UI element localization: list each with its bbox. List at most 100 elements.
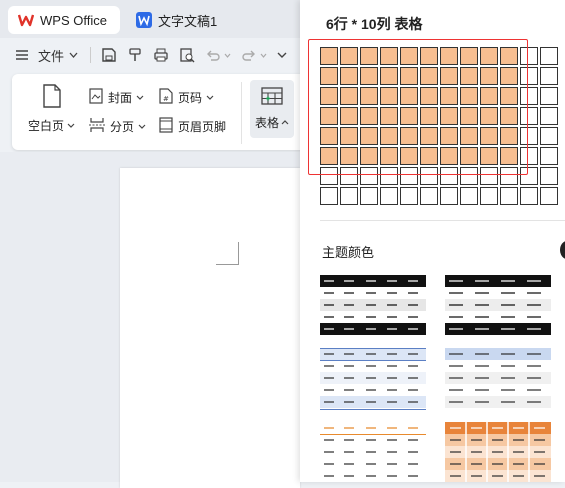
grid-cell[interactable] bbox=[420, 127, 438, 145]
grid-cell[interactable] bbox=[340, 87, 358, 105]
print-icon[interactable] bbox=[153, 47, 169, 63]
table-style-blue-light[interactable] bbox=[445, 348, 551, 415]
grid-cell[interactable] bbox=[540, 67, 558, 85]
grid-cell[interactable] bbox=[420, 87, 438, 105]
grid-cell[interactable] bbox=[340, 147, 358, 165]
grid-cell[interactable] bbox=[360, 107, 378, 125]
grid-cell[interactable] bbox=[540, 127, 558, 145]
grid-cell[interactable] bbox=[420, 147, 438, 165]
format-painter-icon[interactable] bbox=[127, 47, 143, 63]
save-icon[interactable] bbox=[101, 47, 117, 63]
grid-cell[interactable] bbox=[340, 127, 358, 145]
grid-cell[interactable] bbox=[440, 147, 458, 165]
grid-cell[interactable] bbox=[500, 107, 518, 125]
grid-cell[interactable] bbox=[520, 127, 538, 145]
tab-wps-office[interactable]: WPS Office bbox=[8, 6, 120, 34]
grid-cell[interactable] bbox=[320, 147, 338, 165]
grid-cell[interactable] bbox=[340, 107, 358, 125]
grid-cell[interactable] bbox=[440, 67, 458, 85]
grid-cell[interactable] bbox=[360, 167, 378, 185]
grid-cell[interactable] bbox=[440, 47, 458, 65]
grid-cell[interactable] bbox=[320, 107, 338, 125]
more-toggle-icon[interactable] bbox=[560, 241, 565, 259]
grid-cell[interactable] bbox=[440, 107, 458, 125]
grid-cell[interactable] bbox=[380, 187, 398, 205]
grid-cell[interactable] bbox=[360, 187, 378, 205]
grid-cell[interactable] bbox=[480, 127, 498, 145]
grid-cell[interactable] bbox=[460, 107, 478, 125]
grid-cell[interactable] bbox=[420, 47, 438, 65]
grid-cell[interactable] bbox=[540, 187, 558, 205]
grid-cell[interactable] bbox=[320, 67, 338, 85]
grid-cell[interactable] bbox=[520, 187, 538, 205]
grid-cell[interactable] bbox=[460, 167, 478, 185]
grid-cell[interactable] bbox=[480, 47, 498, 65]
redo-icon[interactable] bbox=[241, 48, 267, 62]
tab-document[interactable]: 文字文稿1 bbox=[126, 6, 296, 34]
table-style-blue-lines[interactable] bbox=[320, 348, 426, 415]
table-button[interactable]: 表格 bbox=[250, 80, 294, 138]
grid-cell[interactable] bbox=[460, 187, 478, 205]
grid-cell[interactable] bbox=[360, 47, 378, 65]
grid-cell[interactable] bbox=[380, 107, 398, 125]
more-chevron-icon[interactable] bbox=[277, 52, 287, 58]
grid-cell[interactable] bbox=[320, 167, 338, 185]
grid-cell[interactable] bbox=[320, 187, 338, 205]
table-style-black-banded[interactable] bbox=[320, 275, 426, 342]
grid-cell[interactable] bbox=[340, 187, 358, 205]
grid-cell[interactable] bbox=[420, 167, 438, 185]
grid-cell[interactable] bbox=[380, 127, 398, 145]
grid-cell[interactable] bbox=[480, 187, 498, 205]
grid-cell[interactable] bbox=[480, 67, 498, 85]
grid-cell[interactable] bbox=[400, 107, 418, 125]
file-menu-button[interactable]: 文件 bbox=[38, 46, 78, 65]
grid-cell[interactable] bbox=[360, 87, 378, 105]
grid-cell[interactable] bbox=[500, 87, 518, 105]
grid-cell[interactable] bbox=[400, 87, 418, 105]
grid-cell[interactable] bbox=[460, 47, 478, 65]
grid-cell[interactable] bbox=[520, 107, 538, 125]
grid-cell[interactable] bbox=[460, 87, 478, 105]
document-page[interactable] bbox=[120, 168, 300, 488]
table-style-orange-lines[interactable] bbox=[320, 422, 426, 487]
table-style-orange-filled[interactable] bbox=[445, 422, 551, 487]
grid-cell[interactable] bbox=[400, 127, 418, 145]
grid-cell[interactable] bbox=[520, 47, 538, 65]
grid-cell[interactable] bbox=[540, 87, 558, 105]
grid-cell[interactable] bbox=[340, 47, 358, 65]
grid-cell[interactable] bbox=[500, 67, 518, 85]
grid-cell[interactable] bbox=[440, 187, 458, 205]
grid-cell[interactable] bbox=[520, 167, 538, 185]
grid-cell[interactable] bbox=[520, 67, 538, 85]
grid-cell[interactable] bbox=[480, 107, 498, 125]
grid-cell[interactable] bbox=[320, 47, 338, 65]
grid-cell[interactable] bbox=[400, 147, 418, 165]
grid-cell[interactable] bbox=[380, 87, 398, 105]
grid-cell[interactable] bbox=[400, 167, 418, 185]
grid-cell[interactable] bbox=[400, 67, 418, 85]
grid-cell[interactable] bbox=[380, 147, 398, 165]
grid-cell[interactable] bbox=[420, 107, 438, 125]
print-preview-icon[interactable] bbox=[179, 47, 195, 63]
grid-cell[interactable] bbox=[480, 87, 498, 105]
grid-cell[interactable] bbox=[440, 167, 458, 185]
grid-cell[interactable] bbox=[540, 147, 558, 165]
grid-cell[interactable] bbox=[380, 167, 398, 185]
grid-cell[interactable] bbox=[540, 167, 558, 185]
grid-cell[interactable] bbox=[380, 47, 398, 65]
grid-cell[interactable] bbox=[480, 167, 498, 185]
grid-cell[interactable] bbox=[480, 147, 498, 165]
grid-cell[interactable] bbox=[520, 87, 538, 105]
grid-cell[interactable] bbox=[500, 167, 518, 185]
page-number-button[interactable]: # 页码 bbox=[159, 88, 214, 107]
grid-cell[interactable] bbox=[460, 67, 478, 85]
grid-cell[interactable] bbox=[320, 87, 338, 105]
grid-cell[interactable] bbox=[320, 127, 338, 145]
grid-cell[interactable] bbox=[500, 127, 518, 145]
grid-cell[interactable] bbox=[420, 67, 438, 85]
table-style-black-header[interactable] bbox=[445, 275, 551, 342]
table-size-grid[interactable] bbox=[320, 47, 558, 205]
grid-cell[interactable] bbox=[540, 107, 558, 125]
blank-page-button[interactable]: 空白页 bbox=[28, 84, 75, 134]
grid-cell[interactable] bbox=[520, 147, 538, 165]
